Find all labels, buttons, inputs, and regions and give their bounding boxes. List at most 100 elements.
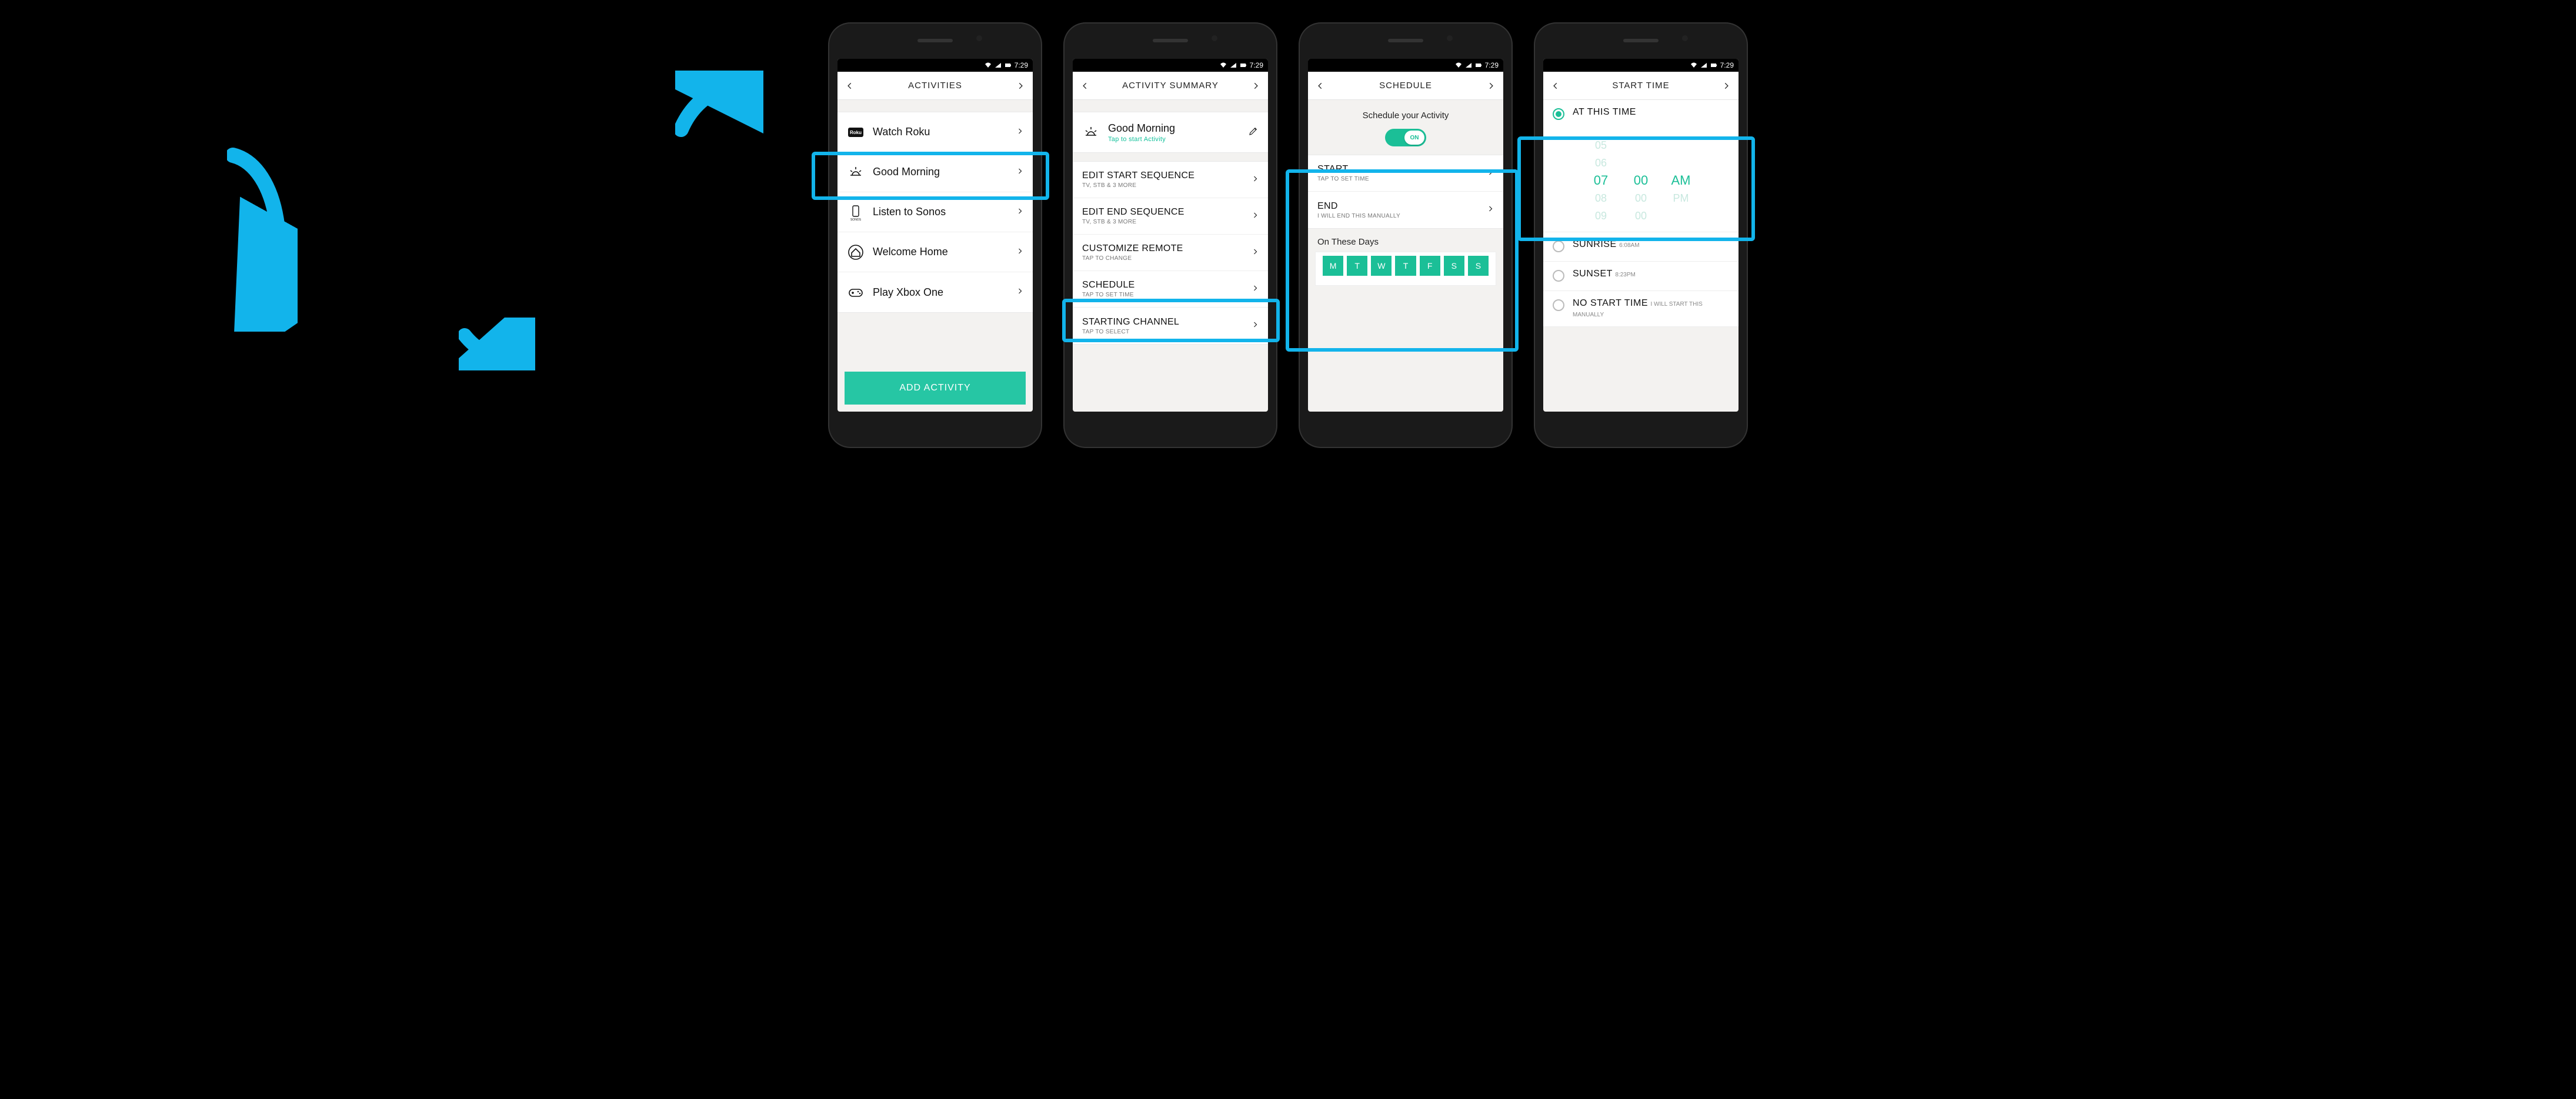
status-time: 7:29	[1485, 61, 1499, 69]
row-end[interactable]: END I WILL END THIS MANUALLY	[1308, 192, 1503, 228]
activity-label: Good Morning	[873, 166, 1008, 178]
status-time: 7:29	[1250, 61, 1263, 69]
forward-icon[interactable]	[1721, 81, 1731, 91]
activity-good-morning[interactable]: Good Morning	[837, 152, 1033, 192]
row-label: CUSTOMIZE REMOTE	[1082, 243, 1243, 254]
flow-arrow-3	[675, 71, 763, 141]
activity-play-xbox[interactable]: Play Xbox One	[837, 272, 1033, 312]
schedule-prompt: Schedule your Activity	[1308, 100, 1503, 125]
radio-label: AT THIS TIME	[1573, 107, 1636, 117]
activity-label: Watch Roku	[873, 126, 1008, 138]
row-edit-start-sequence[interactable]: EDIT START SEQUENCE TV, STB & 3 MORE	[1073, 162, 1268, 198]
chevron-right-icon	[1252, 175, 1259, 185]
row-schedule[interactable]: SCHEDULE TAP TO SET TIME	[1073, 271, 1268, 308]
back-icon[interactable]	[1080, 81, 1090, 91]
forward-icon[interactable]	[1250, 81, 1261, 91]
radio-icon	[1553, 299, 1564, 311]
activity-header-row[interactable]: Good Morning Tap to start Activity	[1073, 112, 1268, 152]
option-at-this-time[interactable]: AT THIS TIME	[1543, 100, 1739, 129]
row-starting-channel[interactable]: STARTING CHANNEL TAP TO SELECT	[1073, 308, 1268, 344]
picker-hour: 06	[1589, 157, 1613, 169]
activity-label: Listen to Sonos	[873, 206, 1008, 218]
home-icon	[847, 243, 865, 261]
phone-activities: 7:29 ACTIVITIES Roku Watch Roku Good Mor…	[829, 24, 1041, 447]
radio-icon	[1553, 108, 1564, 120]
option-no-start-time[interactable]: NO START TIME I WILL START THIS MANUALLY	[1543, 291, 1739, 327]
chevron-right-icon	[1016, 167, 1023, 178]
activity-listen-sonos[interactable]: SONOS Listen to Sonos	[837, 192, 1033, 232]
activity-name: Good Morning	[1108, 122, 1240, 135]
page-title: ACTIVITIES	[908, 81, 962, 91]
picker-hour-selected: 07	[1589, 173, 1613, 188]
row-sublabel: TAP TO SET TIME	[1317, 176, 1479, 182]
time-picker[interactable]: 05 06 07 00 AM 08 00 PM 09 00	[1543, 129, 1739, 232]
status-bar: 7:29	[1073, 59, 1268, 72]
header: ACTIVITY SUMMARY	[1073, 72, 1268, 100]
option-sunset[interactable]: SUNSET 8:23PM	[1543, 262, 1739, 291]
forward-icon[interactable]	[1486, 81, 1496, 91]
back-icon[interactable]	[1315, 81, 1326, 91]
status-bar: 7:29	[1308, 59, 1503, 72]
phone-start-time: 7:29 START TIME AT THIS TIME 05 06 07 00…	[1535, 24, 1747, 447]
activity-welcome-home[interactable]: Welcome Home	[837, 232, 1033, 272]
back-icon[interactable]	[1550, 81, 1561, 91]
chevron-right-icon	[1487, 205, 1494, 215]
picker-ampm-selected: AM	[1669, 173, 1693, 188]
phone-schedule: 7:29 SCHEDULE Schedule your Activity ON …	[1300, 24, 1511, 447]
add-activity-button[interactable]: ADD ACTIVITY	[845, 372, 1026, 405]
picker-ampm: PM	[1669, 192, 1693, 205]
row-label: SCHEDULE	[1082, 280, 1243, 290]
day-sun[interactable]: S	[1468, 256, 1489, 276]
chevron-right-icon	[1252, 320, 1259, 331]
chevron-right-icon	[1252, 248, 1259, 258]
row-sublabel: I WILL END THIS MANUALLY	[1317, 213, 1479, 219]
row-sublabel: TV, STB & 3 MORE	[1082, 182, 1243, 189]
sonos-icon: SONOS	[847, 203, 865, 221]
day-mon[interactable]: M	[1323, 256, 1343, 276]
chevron-right-icon	[1016, 207, 1023, 218]
row-customize-remote[interactable]: CUSTOMIZE REMOTE TAP TO CHANGE	[1073, 235, 1268, 271]
status-time: 7:29	[1720, 61, 1734, 69]
picker-hour: 08	[1589, 192, 1613, 205]
flow-arrow-2	[459, 318, 535, 370]
picker-min: 00	[1629, 192, 1653, 205]
toggle-knob: ON	[1404, 131, 1424, 145]
status-time: 7:29	[1015, 61, 1028, 69]
sunrise-icon	[1082, 123, 1100, 141]
activity-label: Welcome Home	[873, 246, 1008, 258]
row-sublabel: TAP TO CHANGE	[1082, 255, 1243, 262]
day-sat[interactable]: S	[1444, 256, 1464, 276]
radio-label: SUNRISE	[1573, 239, 1617, 249]
row-start[interactable]: START TAP TO SET TIME	[1308, 155, 1503, 192]
row-sublabel: TAP TO SELECT	[1082, 329, 1243, 335]
svg-text:Roku: Roku	[850, 130, 862, 135]
radio-label: SUNSET	[1573, 269, 1613, 279]
activity-watch-roku[interactable]: Roku Watch Roku	[837, 112, 1033, 152]
activity-label: Play Xbox One	[873, 286, 1008, 299]
chevron-right-icon	[1252, 284, 1259, 295]
row-edit-end-sequence[interactable]: EDIT END SEQUENCE TV, STB & 3 MORE	[1073, 198, 1268, 235]
schedule-toggle[interactable]: ON	[1385, 129, 1426, 146]
chevron-right-icon	[1252, 211, 1259, 222]
status-bar: 7:29	[1543, 59, 1739, 72]
header: ACTIVITIES	[837, 72, 1033, 100]
row-label: START	[1317, 164, 1479, 175]
header: SCHEDULE	[1308, 72, 1503, 100]
day-tue[interactable]: T	[1347, 256, 1367, 276]
radio-sublabel: 6:08AM	[1619, 242, 1639, 249]
phone-activity-summary: 7:29 ACTIVITY SUMMARY Good Morning Tap t…	[1065, 24, 1276, 447]
picker-hour: 05	[1589, 139, 1613, 152]
row-label: END	[1317, 201, 1479, 212]
row-label: EDIT START SEQUENCE	[1082, 171, 1243, 181]
day-wed[interactable]: W	[1371, 256, 1392, 276]
row-sublabel: TV, STB & 3 MORE	[1082, 219, 1243, 225]
edit-icon[interactable]	[1248, 126, 1259, 139]
svg-text:SONOS: SONOS	[850, 218, 862, 221]
forward-icon[interactable]	[1015, 81, 1026, 91]
option-sunrise[interactable]: SUNRISE 6:08AM	[1543, 232, 1739, 262]
day-fri[interactable]: F	[1420, 256, 1440, 276]
day-thu[interactable]: T	[1395, 256, 1416, 276]
radio-label: NO START TIME	[1573, 298, 1648, 308]
radio-sublabel: 8:23PM	[1615, 272, 1635, 278]
back-icon[interactable]	[845, 81, 855, 91]
